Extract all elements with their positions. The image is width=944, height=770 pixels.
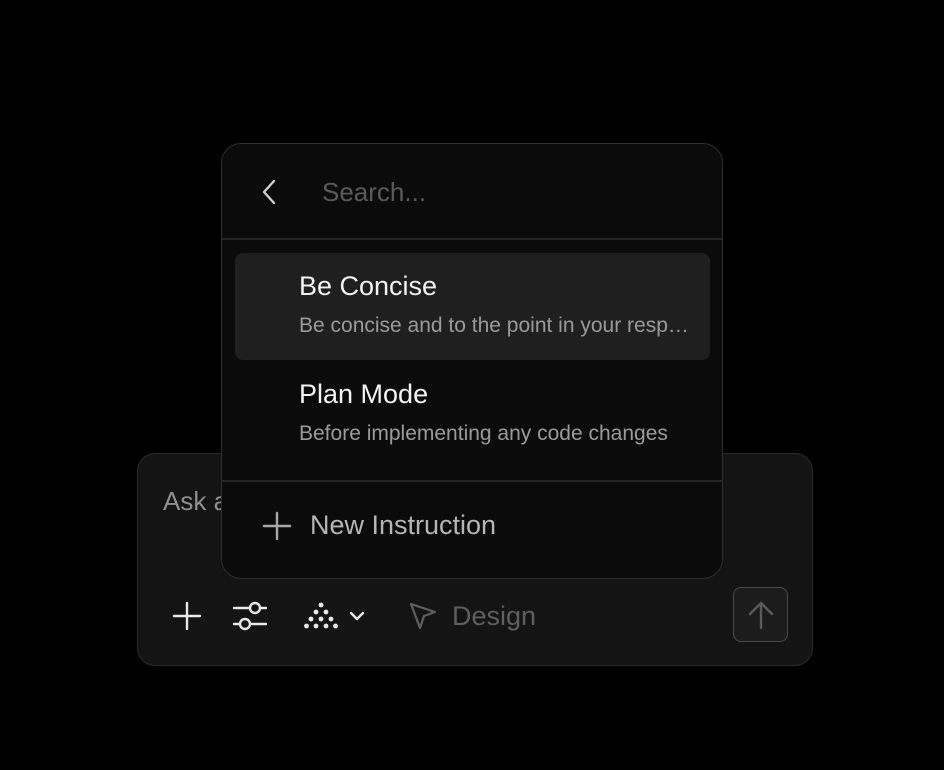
plus-icon (172, 601, 202, 631)
sliders-icon (233, 601, 267, 631)
model-selector-button[interactable] (300, 596, 370, 636)
triangle-dots-icon (304, 602, 338, 629)
settings-button[interactable] (230, 596, 270, 636)
add-button[interactable] (168, 597, 206, 635)
send-button[interactable] (733, 587, 788, 642)
search-row (222, 144, 722, 240)
arrow-up-icon (748, 601, 773, 629)
stage: Ask a Design Search... Be Concise Be con… (0, 0, 944, 770)
instruction-item-plan-mode[interactable]: Plan Mode Before implementing any code c… (235, 361, 710, 468)
back-button[interactable] (252, 174, 288, 210)
instruction-popover: Be Concise Be concise and to the point i… (221, 143, 723, 579)
instruction-description: Before implementing any code changes (299, 422, 668, 445)
cursor-arrow-icon (409, 602, 437, 630)
chevron-left-icon (262, 179, 276, 205)
plus-icon (262, 511, 292, 540)
instruction-item-be-concise[interactable]: Be Concise Be concise and to the point i… (235, 253, 710, 360)
instruction-title: Be Concise (299, 271, 438, 301)
instruction-title: Plan Mode (299, 379, 429, 409)
chevron-down-icon (349, 611, 365, 621)
new-instruction-row: New Instruction (222, 480, 722, 578)
new-instruction-label: New Instruction (310, 510, 497, 540)
instruction-description: Be concise and to the point in your resp… (299, 314, 689, 337)
new-instruction-button[interactable]: New Instruction (262, 510, 496, 541)
search-input[interactable] (322, 172, 682, 212)
composer-input[interactable]: Ask a (163, 486, 228, 516)
design-label: Design (452, 600, 537, 631)
design-button[interactable]: Design (408, 596, 536, 636)
